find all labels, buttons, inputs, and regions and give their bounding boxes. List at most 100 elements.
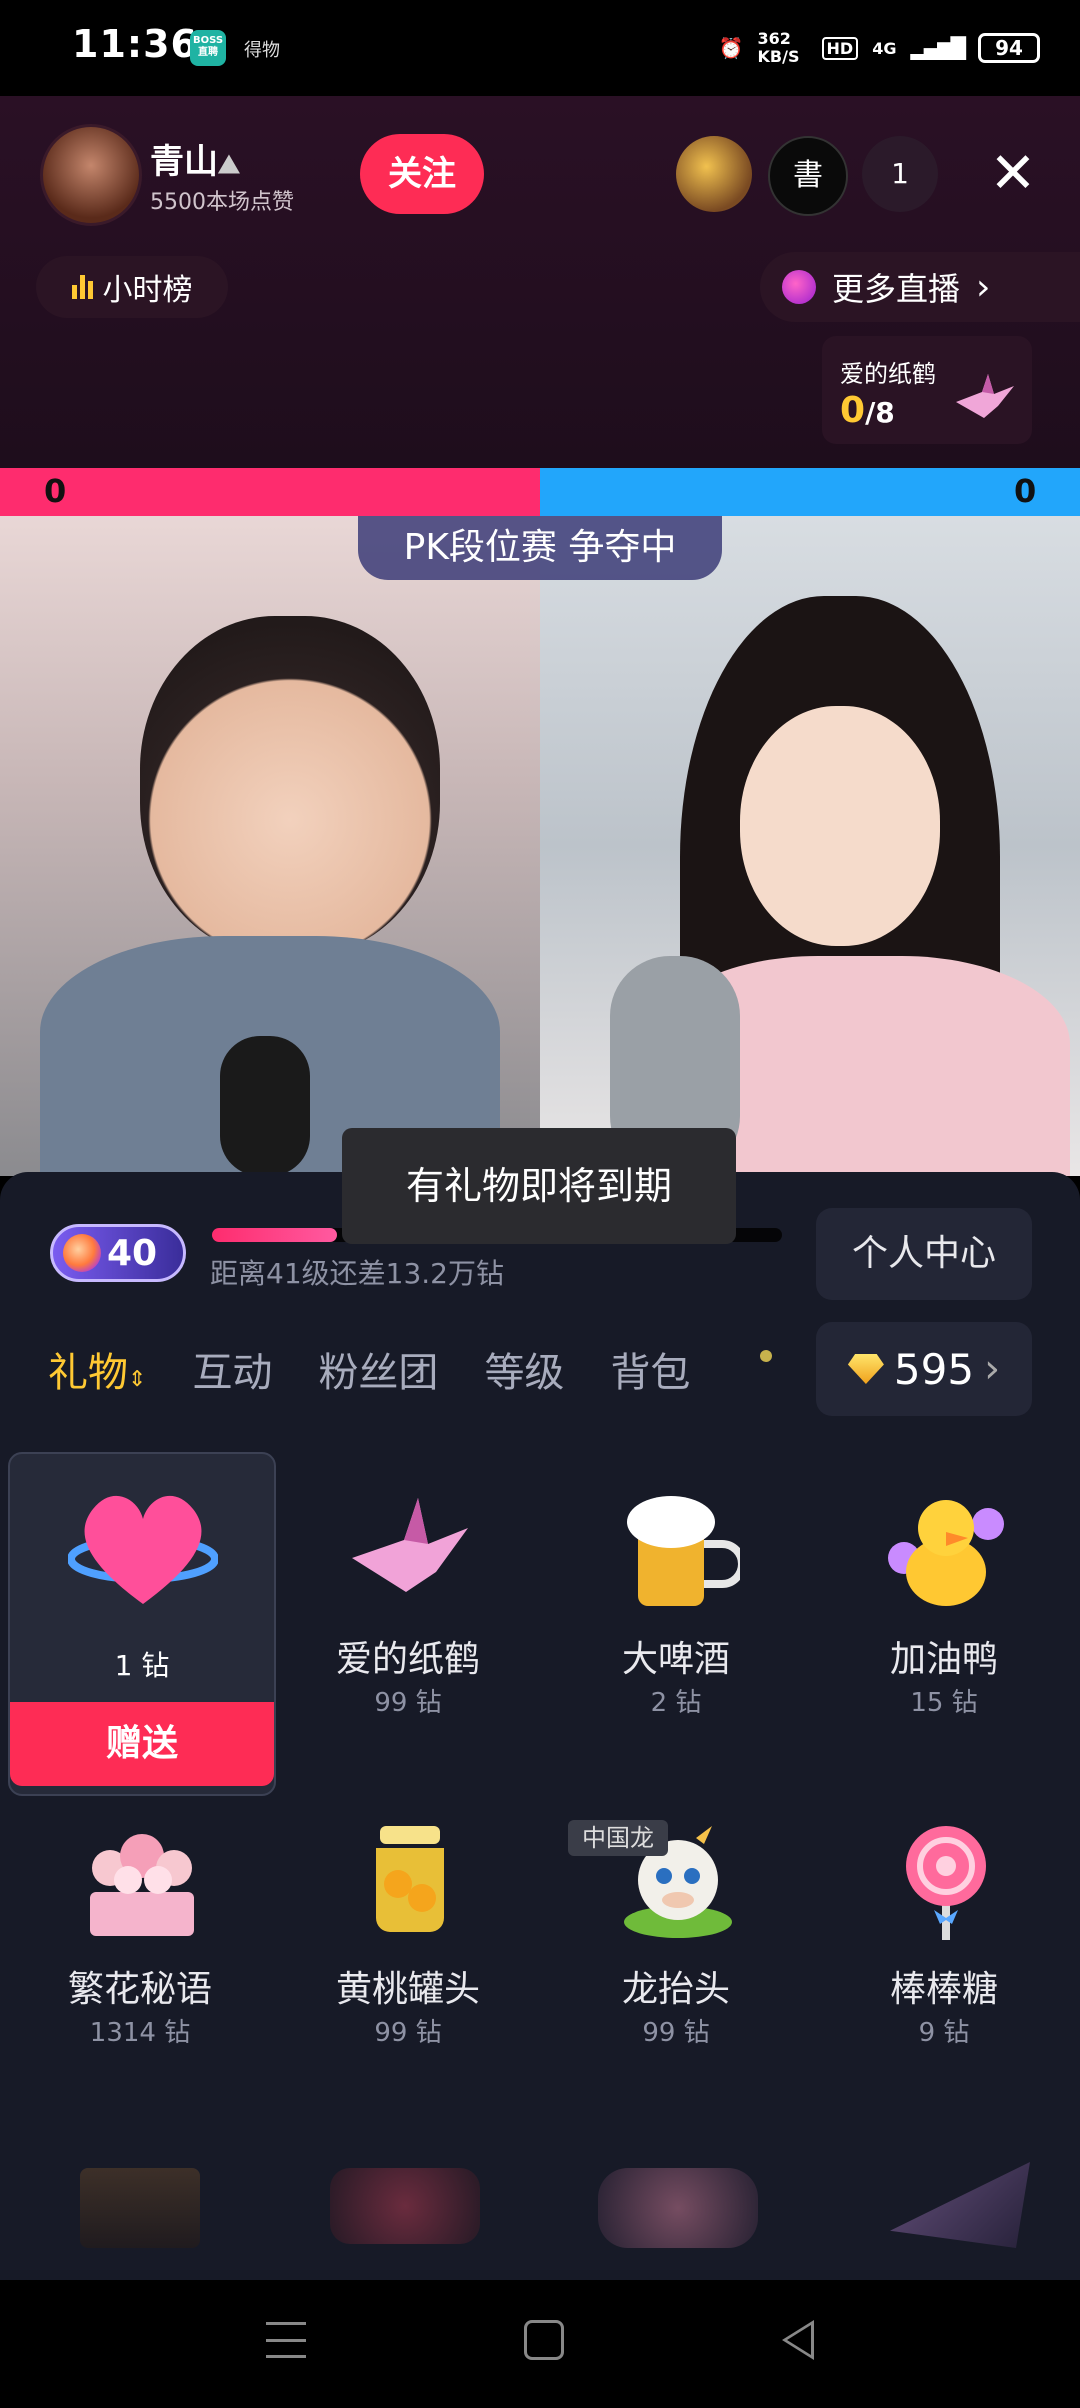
- peach-jar-icon: [376, 1826, 444, 1932]
- gem-icon: [782, 270, 816, 304]
- tab-gift[interactable]: 礼物⇕: [48, 1340, 146, 1398]
- diamond-balance-button[interactable]: 595 ›: [816, 1322, 1032, 1416]
- gift-item-partial[interactable]: [80, 2168, 200, 2248]
- gift-item[interactable]: 棒棒糖 9 钻: [812, 1782, 1076, 2122]
- level-progress-fill: [212, 1228, 338, 1242]
- gift-tag: 中国龙: [568, 1820, 668, 1856]
- heart-icon: [68, 1495, 218, 1604]
- gift-name: 加油鸭: [889, 1639, 998, 1680]
- streamer-face: [140, 616, 440, 956]
- menu-icon[interactable]: [266, 2322, 306, 2358]
- gift-price: 99 钻: [642, 2018, 710, 2048]
- paper-crane-icon: [352, 1498, 468, 1592]
- toast-message: 有礼物即将到期: [342, 1128, 736, 1244]
- pk-red-bar: [0, 468, 540, 516]
- follow-button[interactable]: 关注: [360, 134, 484, 214]
- viewer-count[interactable]: 1: [862, 136, 938, 212]
- more-live-button[interactable]: 更多直播 ›: [760, 252, 1080, 322]
- hourly-rank-label: 小时榜: [102, 273, 193, 308]
- status-right: ⏰ 362 KB/S HD 4G ▂▄▆█ 94: [719, 26, 1040, 70]
- tab-backpack[interactable]: 背包: [610, 1340, 690, 1398]
- gift-item[interactable]: 加油鸭 15 钻: [812, 1452, 1076, 1792]
- gift-name: 大啤酒: [621, 1639, 730, 1680]
- gift-name: 爱的纸鹤: [335, 1639, 480, 1680]
- status-bar: 11:36 BOSS直聘 得物 ⏰ 362 KB/S HD 4G ▂▄▆█ 94: [0, 0, 1080, 96]
- tab-level[interactable]: 等级: [484, 1340, 564, 1398]
- beer-mug-icon: [627, 1496, 740, 1606]
- home-icon[interactable]: [524, 2320, 564, 2360]
- net-speed: 362 KB/S: [757, 29, 800, 66]
- host-name-text: 青山: [150, 142, 218, 182]
- pk-left-score: 0: [44, 472, 67, 510]
- gift-price: 2 钻: [650, 1688, 702, 1718]
- gift-name: 繁花秘语: [67, 1969, 212, 2010]
- tab-gift-label: 礼物: [48, 1350, 128, 1396]
- gift-item-selected[interactable]: 1 钻 赠送: [8, 1452, 276, 1796]
- pk-video-area[interactable]: [0, 516, 1080, 1176]
- gift-item[interactable]: 大啤酒 2 钻: [544, 1452, 808, 1792]
- hourly-rank-button[interactable]: 小时榜: [36, 256, 228, 318]
- battery-icon: 94: [978, 33, 1040, 63]
- gift-price: 1 钻: [114, 1649, 170, 1682]
- gift-item[interactable]: 繁花秘语 1314 钻: [8, 1782, 272, 2122]
- pk-score-bar: [0, 468, 1080, 516]
- bar-chart-icon: [71, 275, 93, 299]
- chevron-right-icon: ›: [976, 266, 991, 308]
- viewer-avatar[interactable]: 書: [768, 136, 848, 216]
- gift-price: 99 钻: [374, 2018, 442, 2048]
- level-hint: 距离41级还差13.2万钻: [210, 1257, 504, 1290]
- level-number: 40: [107, 1232, 158, 1274]
- gift-item-partial[interactable]: [330, 2168, 480, 2244]
- gift-tabs: 礼物⇕ 互动 粉丝团 等级 背包: [48, 1340, 690, 1398]
- task-title: 爱的纸鹤: [840, 360, 936, 388]
- tab-fan-club[interactable]: 粉丝团: [318, 1340, 438, 1398]
- task-progress: 0/8: [840, 390, 895, 431]
- lollipop-icon: [906, 1826, 986, 1940]
- gift-item[interactable]: 爱的纸鹤 99 钻: [276, 1452, 540, 1792]
- level-hexagon-icon: [63, 1234, 101, 1272]
- back-icon-inner: [787, 2325, 811, 2355]
- chevron-right-icon: ›: [984, 1346, 1001, 1392]
- paper-crane-icon: [956, 374, 1014, 418]
- signal-icon: 4G: [872, 38, 897, 58]
- host-likes: 5500本场点赞: [150, 190, 294, 215]
- mountain-icon: ⛰: [218, 150, 240, 180]
- task-total: /8: [865, 396, 895, 429]
- gift-name: 黄桃罐头: [335, 1969, 480, 2010]
- hd-icon: HD: [821, 36, 859, 60]
- sort-arrows-icon: ⇕: [128, 1367, 147, 1392]
- level-badge[interactable]: 40: [50, 1224, 186, 1282]
- personal-center-button[interactable]: 个人中心: [816, 1208, 1032, 1300]
- balance-value: 595: [893, 1344, 975, 1394]
- pk-blue-bar: [540, 468, 1080, 516]
- microphone-icon: [220, 1036, 310, 1176]
- streamer-face: [740, 706, 940, 946]
- left-streamer-video[interactable]: [0, 516, 540, 1176]
- gift-name: 棒棒糖: [889, 1969, 998, 2010]
- close-icon[interactable]: ✕: [980, 136, 1046, 212]
- boss-app-icon: BOSS直聘: [190, 30, 226, 66]
- status-time: 11:36: [72, 22, 198, 66]
- gift-price: 99 钻: [374, 1688, 442, 1718]
- gift-item[interactable]: 黄桃罐头 99 钻: [276, 1782, 540, 2122]
- flower-box-icon: [90, 1834, 194, 1936]
- more-live-label: 更多直播: [832, 270, 961, 308]
- notification-icon: 得物: [244, 40, 280, 61]
- gift-item-partial[interactable]: [598, 2168, 758, 2248]
- pk-banner: PK段位赛 争夺中: [358, 516, 722, 580]
- host-avatar[interactable]: [40, 124, 142, 226]
- viewer-avatar[interactable]: [676, 136, 752, 212]
- diamond-icon: [847, 1354, 884, 1384]
- backpack-dot-badge: [760, 1350, 772, 1362]
- gift-price: 1314 钻: [89, 2018, 191, 2048]
- right-streamer-video[interactable]: [540, 516, 1080, 1176]
- task-current: 0: [840, 390, 866, 431]
- alarm-icon: ⏰: [718, 36, 744, 60]
- cheer-duck-icon: [888, 1500, 1004, 1606]
- tab-interact[interactable]: 互动: [192, 1340, 272, 1398]
- send-gift-button[interactable]: 赠送: [10, 1702, 274, 1786]
- host-name[interactable]: 青山⛰: [150, 134, 240, 183]
- gift-price: 15 钻: [910, 1688, 978, 1718]
- gift-price: 9 钻: [918, 2018, 970, 2048]
- gift-task-card[interactable]: 爱的纸鹤 0/8: [822, 336, 1032, 444]
